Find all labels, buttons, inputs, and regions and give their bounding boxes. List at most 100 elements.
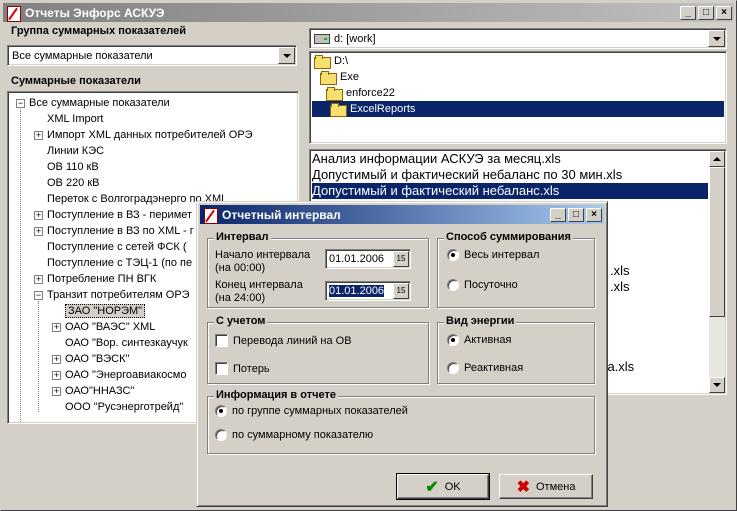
tree-item-label: Поступление в ВЗ - перимет <box>47 209 193 221</box>
expand-icon[interactable]: + <box>52 322 61 332</box>
interval-dialog: Отчетный интервал _ □ × Интервал Начало … <box>196 201 608 507</box>
expand-icon[interactable]: + <box>34 210 43 220</box>
collapse-icon[interactable]: − <box>16 98 25 108</box>
tree-item-label: Импорт XML данных потребителей ОРЭ <box>47 129 253 141</box>
calendar-icon[interactable]: 15 <box>393 251 409 267</box>
chevron-down-icon[interactable] <box>278 47 295 64</box>
tree-item[interactable]: ООО "Русэнерготрейд" <box>52 399 183 415</box>
tree-item[interactable]: + Поступление в ВЗ - перимет <box>34 207 192 223</box>
tree-item[interactable]: + Импорт XML данных потребителей ОРЭ <box>34 127 253 143</box>
expand-icon[interactable]: + <box>34 274 43 284</box>
tree-item[interactable]: ОАО "Вор. синтезкаучук <box>52 335 188 351</box>
tree-item[interactable]: Поступление с сетей ФСК ( <box>34 239 187 255</box>
indicators-label: Суммарные показатели <box>11 75 141 87</box>
checkbox-losses[interactable]: Потерь <box>215 362 270 375</box>
app-icon <box>202 207 218 224</box>
tree-item-label: Все суммарные показатели <box>29 97 170 109</box>
tree-item[interactable]: Поступление с ТЭЦ-1 (по пе <box>34 255 192 271</box>
tree-item-label: Поступление с сетей ФСК ( <box>47 241 187 253</box>
tree-item-label: Транзит потребителям ОРЭ <box>47 289 190 301</box>
scroll-up-button[interactable] <box>709 151 725 167</box>
tree-item[interactable]: + ОАО "ВАЭС" XML <box>52 319 155 335</box>
tree-item[interactable]: XML Import <box>34 111 103 127</box>
file-item[interactable]: .xls <box>610 279 630 295</box>
cancel-button[interactable]: ✖ Отмена <box>499 474 593 499</box>
expand-icon[interactable]: + <box>52 370 61 380</box>
tree-item-label: ОАО "ВАЭС" XML <box>65 321 156 333</box>
tree-item-label: XML Import <box>47 113 104 125</box>
tree-item-label: ОАО "ВЭСК" <box>65 353 130 365</box>
expand-icon[interactable]: + <box>34 226 43 236</box>
main-title: Отчеты Энфорс АСКУЭ <box>25 5 165 20</box>
group-label: Группа суммарных показателей <box>11 25 187 37</box>
end-date-field[interactable]: 01.01.2006 15 <box>325 281 411 301</box>
radio-by-group[interactable]: по группе суммарных показателей <box>215 405 408 417</box>
file-scrollbar[interactable] <box>709 151 725 393</box>
radio-reactive[interactable]: Реактивная <box>447 362 523 374</box>
tree-item[interactable]: − Все суммарные показатели <box>16 95 170 111</box>
folder-list[interactable]: D:\ Exe enforce22 ExcelReports <box>309 51 727 144</box>
scroll-thumb[interactable] <box>709 167 725 317</box>
close-icon: ✖ <box>516 478 530 496</box>
tree-item[interactable]: ОВ 110 кВ <box>34 159 99 175</box>
tree-item-label: Поступление в ВЗ по XML - г <box>47 225 194 237</box>
file-item[interactable]: Анализ информации АСКУЭ за месяц.xls <box>312 151 561 167</box>
tree-item[interactable]: ЗАО "НОРЭМ" <box>52 303 146 319</box>
tree-item[interactable]: Линии КЭС <box>34 143 104 159</box>
tree-item[interactable]: − Транзит потребителям ОРЭ <box>34 287 190 303</box>
radio-active[interactable]: Активная <box>447 334 511 346</box>
tree-item-label: ЗАО "НОРЭМ" <box>65 304 146 318</box>
chevron-down-icon[interactable] <box>708 30 725 47</box>
tree-item[interactable]: + ОАО "ВЭСК" <box>52 351 129 367</box>
tree-item-label: Поступление с ТЭЦ-1 (по пе <box>47 257 193 269</box>
energy-group: Вид энергии <box>437 315 595 384</box>
tree-item[interactable]: + ОАО"ННАЗС" <box>52 383 134 399</box>
end-label: Конец интервала (на 24:00) <box>215 279 303 304</box>
tree-item[interactable]: + Потребление ПН ВГК <box>34 271 156 287</box>
folder-open-icon <box>320 71 337 85</box>
maximize-button[interactable]: □ <box>698 5 714 20</box>
checkmark-icon: ✔ <box>425 478 439 496</box>
radio-by-indicator[interactable]: по суммарному показателю <box>215 429 373 441</box>
checkbox-line-transfer[interactable]: Перевода линий на ОВ <box>215 334 352 347</box>
expand-icon[interactable]: + <box>52 386 61 396</box>
expand-icon[interactable]: + <box>52 354 61 364</box>
radio-whole-interval[interactable]: Весь интервал <box>447 249 539 261</box>
tree-item[interactable]: + ОАО "Энергоавиакосмо <box>52 367 187 383</box>
folder-item[interactable]: Exe <box>320 69 359 85</box>
folder-item[interactable]: enforce22 <box>326 85 395 101</box>
minimize-button[interactable]: _ <box>550 207 566 222</box>
app-icon <box>5 5 21 22</box>
folder-item[interactable]: D:\ <box>314 53 348 69</box>
dialog-titlebar[interactable]: Отчетный интервал _ □ × <box>200 205 604 224</box>
tree-item-label: Линии КЭС <box>47 145 105 157</box>
ok-button[interactable]: ✔ OK <box>396 473 490 500</box>
close-button[interactable]: × <box>716 5 732 20</box>
drive-icon <box>314 33 330 44</box>
file-item[interactable]: .xls <box>610 263 630 279</box>
file-item[interactable]: Допустимый и фактический небаланс по 30 … <box>312 167 622 183</box>
calendar-icon[interactable]: 15 <box>393 283 409 299</box>
dialog-title: Отчетный интервал <box>222 207 341 222</box>
group-combo[interactable]: Все суммарные показатели <box>7 45 297 66</box>
main-titlebar[interactable]: Отчеты Энфорс АСКУЭ _ □ × <box>3 3 734 22</box>
drive-combo-value: d: [work] <box>334 32 376 45</box>
tree-item[interactable]: ОВ 220 кВ <box>34 175 100 191</box>
start-date-field[interactable]: 01.01.2006 15 <box>325 249 411 269</box>
folder-item-selected[interactable]: ExcelReports <box>312 101 724 117</box>
scroll-down-button[interactable] <box>709 377 725 393</box>
start-label: Начало интервала (на 00:00) <box>215 249 311 274</box>
close-button[interactable]: × <box>586 207 602 222</box>
drive-combo[interactable]: d: [work] <box>309 28 727 49</box>
collapse-icon[interactable]: − <box>34 290 43 300</box>
tree-item-label: ОАО "Вор. синтезкаучук <box>65 337 188 349</box>
tree-item-label: ОВ 220 кВ <box>47 177 100 189</box>
file-item[interactable]: Допустимый и фактический небаланс.xls <box>312 183 708 199</box>
tree-item[interactable]: + Поступление в ВЗ по XML - г <box>34 223 194 239</box>
tree-item-label: ОВ 110 кВ <box>47 161 99 173</box>
radio-daily[interactable]: Посуточно <box>447 279 518 291</box>
expand-icon[interactable]: + <box>34 130 43 140</box>
maximize-button[interactable]: □ <box>568 207 584 222</box>
minimize-button[interactable]: _ <box>680 5 696 20</box>
folder-open-icon <box>314 55 331 69</box>
